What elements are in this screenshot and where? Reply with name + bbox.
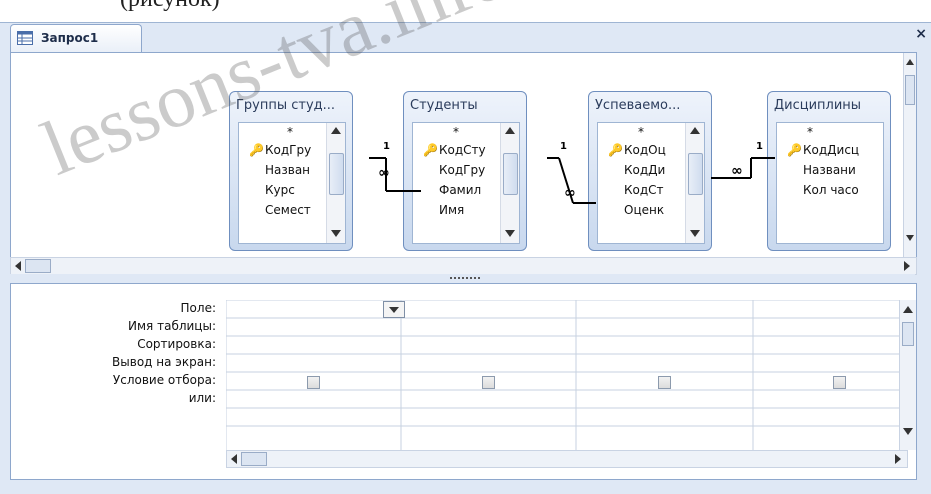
show-checkbox[interactable] (482, 376, 495, 389)
splitter-grip[interactable] (450, 277, 480, 281)
row-label-show: Вывод на экран: (112, 355, 216, 369)
grid-vertical-scrollbar[interactable] (899, 300, 916, 450)
pane-splitter[interactable] (10, 274, 915, 282)
rel-many-label: ∞ (564, 185, 576, 201)
scroll-thumb[interactable] (241, 452, 267, 466)
rel-one-label: 1 (383, 141, 390, 152)
scroll-up-icon[interactable] (903, 306, 913, 313)
close-icon[interactable]: × (915, 26, 927, 42)
tab-label: Запрос1 (41, 31, 99, 45)
grid-lines (225, 299, 906, 450)
row-label-criteria: Условие отбора: (112, 373, 216, 387)
caption-text: (рисунок) (120, 0, 220, 13)
rel-many-label: ∞ (731, 163, 743, 179)
query-design-grid[interactable] (225, 299, 921, 450)
show-checkbox[interactable] (833, 376, 846, 389)
show-checkbox[interactable] (307, 376, 320, 389)
rel-one-label: 1 (560, 141, 567, 152)
row-label-sort: Сортировка: (137, 337, 216, 351)
scroll-right-icon[interactable] (895, 454, 901, 464)
scroll-right-icon[interactable] (904, 261, 910, 271)
scroll-thumb[interactable] (902, 322, 914, 346)
grid-horizontal-scrollbar[interactable] (226, 450, 908, 468)
row-label-or: или: (188, 391, 216, 405)
field-dropdown-button[interactable] (383, 301, 405, 318)
tab-query1[interactable]: Запрос1 (10, 24, 142, 53)
show-checkbox[interactable] (658, 376, 671, 389)
page-text-fragment: (рисунок) (0, 0, 931, 22)
scroll-thumb[interactable] (25, 259, 51, 273)
scroll-left-icon[interactable] (15, 261, 21, 271)
scroll-left-icon[interactable] (231, 454, 237, 464)
row-label-field: Поле: (180, 301, 216, 315)
table-diagram-pane: Группы студ... * 🔑 КодГру Назван Курс Се… (10, 52, 917, 259)
design-grid-pane: Поле: Имя таблицы: Сортировка: Вывод на … (10, 283, 917, 480)
query-icon (17, 31, 33, 45)
relationship-lines (369, 157, 775, 204)
row-label-table: Имя таблицы: (128, 319, 216, 333)
diagram-horizontal-scrollbar[interactable] (10, 257, 917, 275)
scroll-down-icon[interactable] (903, 428, 913, 435)
rel-one-label: 1 (756, 141, 763, 152)
rel-many-label: ∞ (378, 165, 390, 181)
